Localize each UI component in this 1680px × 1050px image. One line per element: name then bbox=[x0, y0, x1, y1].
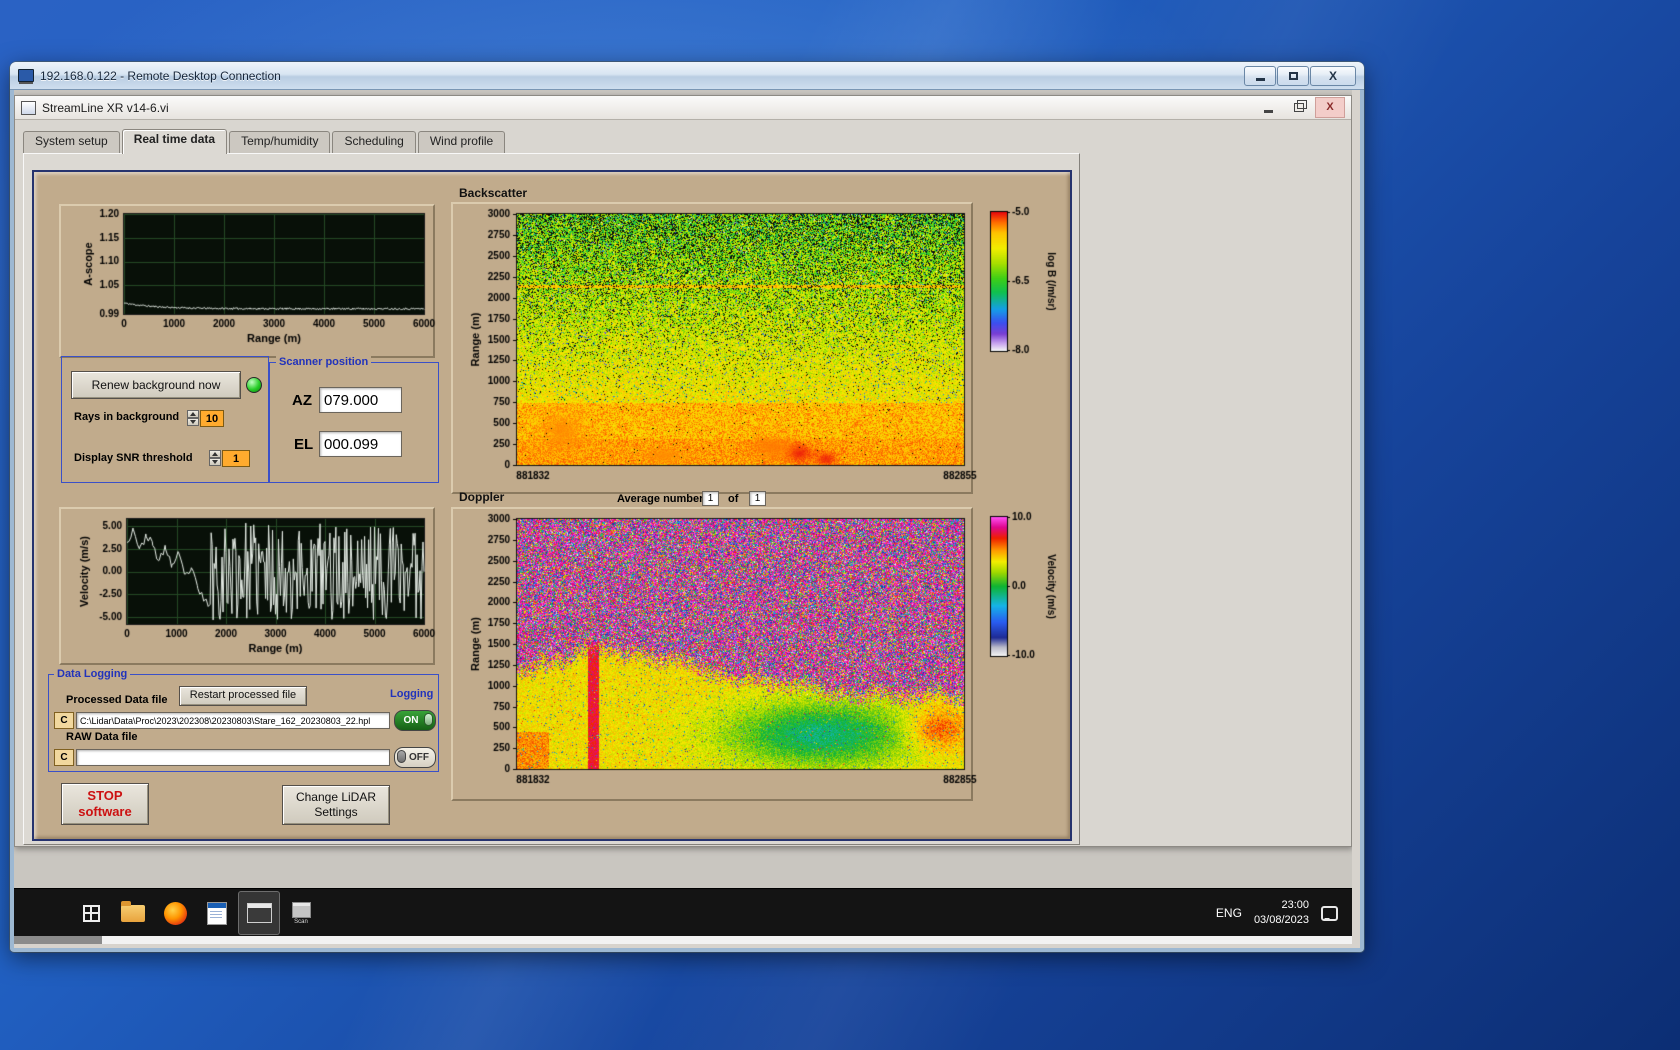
taskbar-item-scan-scheduler[interactable]: Scan bbox=[280, 891, 322, 935]
rdp-title: 192.168.0.122 - Remote Desktop Connectio… bbox=[40, 69, 1244, 83]
rdp-minimize-button[interactable] bbox=[1244, 66, 1276, 86]
tab-wind-profile[interactable]: Wind profile bbox=[418, 131, 505, 153]
remote-desktop-screen: StreamLine XR v14-6.vi X System setup Re… bbox=[14, 90, 1352, 944]
rdp-monitor-icon bbox=[18, 69, 34, 82]
taskbar-clock[interactable]: 23:00 03/08/2023 bbox=[1254, 898, 1309, 928]
start-icon bbox=[83, 905, 100, 922]
processed-data-file-label: Processed Data file bbox=[66, 694, 168, 706]
start-button[interactable] bbox=[70, 891, 112, 935]
processed-logging-toggle[interactable]: ON bbox=[394, 710, 436, 731]
clock-date: 03/08/2023 bbox=[1254, 913, 1309, 928]
ascope-chart bbox=[61, 206, 441, 356]
average-number-input[interactable] bbox=[702, 491, 719, 506]
labview-front-panel: Backscatter Doppler Scanner position bbox=[32, 170, 1072, 841]
taskbar-item-file-explorer[interactable] bbox=[112, 891, 154, 935]
rdp-close-button[interactable]: X bbox=[1310, 66, 1356, 86]
folder-icon bbox=[121, 905, 145, 922]
app-titlebar[interactable]: StreamLine XR v14-6.vi X bbox=[15, 96, 1351, 120]
backscatter-colorbar bbox=[987, 204, 1067, 364]
document-icon bbox=[207, 902, 227, 925]
raw-path-input[interactable] bbox=[76, 749, 390, 766]
rdp-maximize-button[interactable] bbox=[1277, 66, 1309, 86]
app-minimize-button[interactable] bbox=[1253, 97, 1283, 118]
scanner-position-title: Scanner position bbox=[276, 356, 371, 368]
spinner-up-icon[interactable] bbox=[187, 410, 199, 418]
app-window: StreamLine XR v14-6.vi X System setup Re… bbox=[14, 95, 1352, 847]
taskbar-item-firefox[interactable] bbox=[154, 891, 196, 935]
app-restore-button[interactable] bbox=[1284, 97, 1314, 118]
rays-in-background-label: Rays in background bbox=[74, 411, 179, 423]
restart-processed-file-button[interactable]: Restart processed file bbox=[179, 686, 307, 706]
scanner-position-group bbox=[269, 362, 439, 483]
average-total-input[interactable] bbox=[749, 491, 766, 506]
desktop-background: 192.168.0.122 - Remote Desktop Connectio… bbox=[0, 0, 1680, 1050]
rdp-titlebar[interactable]: 192.168.0.122 - Remote Desktop Connectio… bbox=[10, 62, 1364, 90]
tab-scheduling[interactable]: Scheduling bbox=[332, 131, 415, 153]
snr-spinner bbox=[209, 450, 221, 467]
el-value-input[interactable] bbox=[319, 431, 402, 457]
screen-bottom-strip bbox=[14, 936, 1352, 944]
background-status-led bbox=[246, 377, 262, 393]
snr-threshold-label: Display SNR threshold bbox=[74, 452, 193, 464]
rays-spinner bbox=[187, 410, 199, 427]
processed-path-input[interactable] bbox=[76, 712, 390, 729]
app-window-icon bbox=[247, 903, 272, 923]
doppler-title: Doppler bbox=[459, 490, 504, 504]
tab-bar: System setup Real time data Temp/humidit… bbox=[23, 130, 507, 153]
maximize-icon bbox=[1289, 72, 1298, 80]
backscatter-title: Backscatter bbox=[459, 186, 527, 200]
stop-software-button[interactable]: STOP software bbox=[61, 783, 149, 825]
renew-background-button[interactable]: Renew background now bbox=[71, 371, 241, 399]
taskbar-item-remote-app[interactable] bbox=[238, 891, 280, 935]
logging-label: Logging bbox=[390, 688, 433, 700]
taskbar-icons: Scan bbox=[70, 889, 322, 937]
backscatter-heatmap bbox=[464, 204, 984, 492]
notification-icon[interactable] bbox=[1321, 906, 1338, 921]
average-number-label: Average number bbox=[617, 493, 703, 505]
el-label: EL bbox=[294, 436, 313, 453]
snr-value-input[interactable] bbox=[222, 450, 250, 467]
app-close-button[interactable]: X bbox=[1315, 97, 1345, 118]
scan-item-label: Scan bbox=[294, 919, 308, 925]
data-logging-title: Data Logging bbox=[54, 668, 130, 680]
rays-value-input[interactable] bbox=[200, 410, 224, 427]
tab-temp-humidity[interactable]: Temp/humidity bbox=[229, 131, 330, 153]
scan-icon bbox=[292, 902, 311, 918]
tab-real-time-data[interactable]: Real time data bbox=[122, 129, 227, 154]
minimize-icon bbox=[1256, 78, 1265, 81]
az-label: AZ bbox=[292, 392, 312, 409]
tab-page-real-time-data: Backscatter Doppler Scanner position bbox=[23, 153, 1080, 845]
raw-logging-toggle[interactable]: OFF bbox=[394, 747, 436, 768]
spinner-down-icon[interactable] bbox=[209, 458, 221, 466]
rdp-window: 192.168.0.122 - Remote Desktop Connectio… bbox=[10, 62, 1364, 952]
close-icon: X bbox=[1329, 70, 1337, 82]
average-of-label: of bbox=[728, 493, 738, 505]
raw-drive-selector[interactable]: C bbox=[54, 749, 74, 766]
close-icon: X bbox=[1326, 102, 1333, 113]
doppler-heatmap bbox=[464, 509, 984, 799]
bottom-strip-left-block bbox=[14, 936, 102, 944]
taskbar-item-document-app[interactable] bbox=[196, 891, 238, 935]
language-indicator[interactable]: ENG bbox=[1216, 906, 1242, 920]
az-value-input[interactable] bbox=[319, 387, 402, 413]
spinner-down-icon[interactable] bbox=[187, 418, 199, 426]
processed-drive-selector[interactable]: C bbox=[54, 712, 74, 729]
app-title: StreamLine XR v14-6.vi bbox=[42, 101, 1253, 115]
velocity-chart bbox=[61, 509, 441, 664]
tab-system-setup[interactable]: System setup bbox=[23, 131, 120, 153]
app-icon bbox=[21, 101, 36, 115]
firefox-icon bbox=[164, 902, 187, 925]
change-lidar-settings-button[interactable]: Change LiDAR Settings bbox=[282, 785, 390, 825]
clock-time: 23:00 bbox=[1254, 898, 1309, 913]
raw-data-file-label: RAW Data file bbox=[66, 731, 138, 743]
spinner-up-icon[interactable] bbox=[209, 450, 221, 458]
minimize-icon bbox=[1264, 110, 1273, 113]
system-tray: ENG 23:00 03/08/2023 bbox=[1216, 889, 1338, 937]
restore-icon bbox=[1294, 103, 1304, 112]
taskbar: Scan ENG 23:00 03/08/2023 bbox=[14, 888, 1352, 936]
doppler-colorbar bbox=[987, 509, 1067, 669]
